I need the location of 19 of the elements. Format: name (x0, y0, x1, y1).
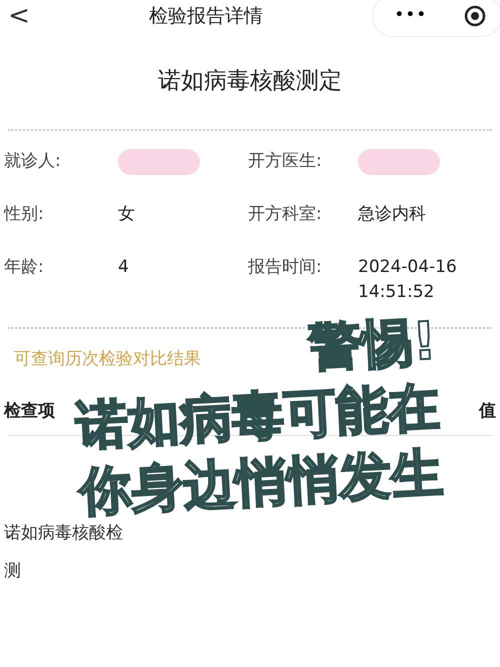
hint-text: 可查询历次检验对比结果 (14, 348, 201, 368)
field-value: 急诊内科 (358, 204, 426, 224)
report-title: 诺如病毒核酸测定 (157, 67, 343, 96)
field-value: 2024-04-16 14:51:52 (358, 256, 457, 302)
field-label: 开方医生: (248, 150, 323, 172)
field-label: 年龄: (3, 256, 45, 278)
field-label: 性别: (2, 202, 45, 226)
table-cell-text: 诺如病毒核酸检测 (3, 522, 124, 582)
field-label: 就诊人: (3, 150, 62, 172)
field-value: 女 (118, 204, 135, 224)
field-label: 开方科室: (248, 202, 323, 226)
back-button[interactable]: < (0, 0, 40, 36)
more-button[interactable]: ••• (388, 2, 434, 30)
column-header: 值 (479, 400, 496, 422)
column-header: 检查项 (4, 400, 55, 422)
field-label: 报告时间: (248, 256, 323, 278)
field-value: 4 (118, 256, 129, 276)
page-title: 检验报告详情 (148, 4, 264, 29)
caption-text: 警惕! (306, 310, 438, 380)
